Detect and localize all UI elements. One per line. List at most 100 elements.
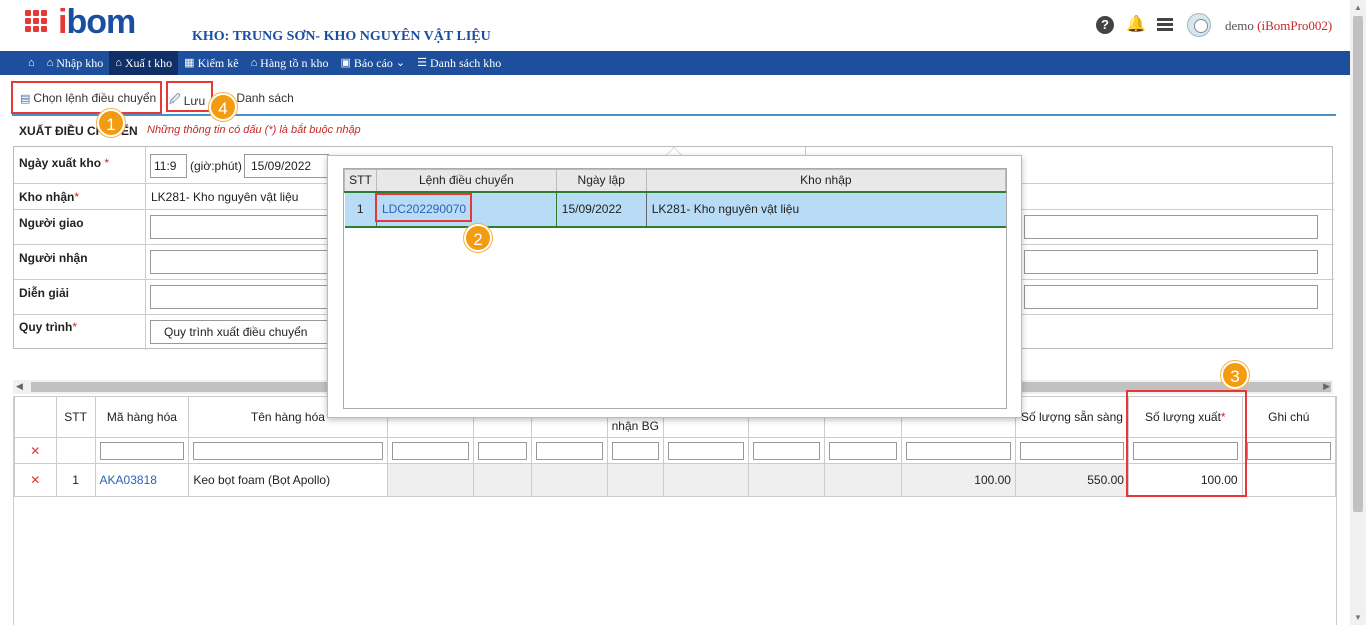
logo[interactable]: ibom [58, 3, 136, 43]
cell-origin [747, 463, 826, 497]
user-org: (iBomPro002) [1257, 18, 1333, 33]
scroll-left-icon[interactable]: ◀ [16, 381, 23, 392]
filter-remaining[interactable] [905, 441, 1011, 460]
nav-label: Kiểm kê [197, 56, 239, 70]
filter-model[interactable] [477, 441, 527, 460]
filter-brand[interactable] [535, 441, 603, 460]
col-stt: STT [55, 396, 96, 438]
nav-home[interactable]: ⌂ [22, 51, 41, 75]
cell-manufacturer [386, 463, 474, 497]
nav-stock[interactable]: ⌂ Hàng tồ n kho [245, 51, 335, 75]
highlight-save [166, 81, 213, 112]
popup-col-warehouse: Kho nhập [645, 169, 1007, 193]
filter-stt [55, 437, 96, 464]
filter-note-cell [1241, 437, 1336, 464]
step-badge-3: 3 [1221, 361, 1249, 389]
scroll-right-icon[interactable]: ▶ [1323, 381, 1330, 392]
deliverer-input-right[interactable] [1024, 215, 1318, 239]
bell-icon[interactable]: 🔔 [1126, 16, 1146, 34]
popup-col-date: Ngày lập [555, 169, 647, 193]
cell-remaining: 100.00 [900, 463, 1016, 497]
menu-icon[interactable] [1157, 16, 1175, 34]
popup-cell-warehouse: LK281- Kho nguyên vật liệu [645, 191, 1006, 228]
filter-unit-cell [824, 437, 902, 464]
deliverer-label: Người giao [19, 216, 84, 230]
apps-grid-icon[interactable] [25, 10, 47, 32]
vscroll-thumb[interactable] [1353, 16, 1363, 512]
filter-name-cell [188, 437, 388, 464]
nav-import[interactable]: ⌂ Nhập kho [41, 51, 110, 75]
receive-wh-label: Kho nhận* [19, 190, 79, 204]
nav-label: Danh sách kho [429, 56, 502, 70]
cell-code[interactable]: AKA03818 [94, 463, 190, 497]
filter-available[interactable] [1019, 441, 1124, 460]
filter-origin[interactable] [752, 441, 821, 460]
cell-bg [606, 463, 665, 497]
filter-bg-cell [606, 437, 665, 464]
filter-model-cell [472, 437, 532, 464]
filter-manufacturer[interactable] [391, 441, 469, 460]
filter-bg[interactable] [611, 441, 659, 460]
nav-label: Nhập kho [56, 56, 104, 70]
form-column-separator [145, 147, 146, 350]
logo-text: bom [66, 3, 136, 41]
scroll-down-icon[interactable]: ▼ [1354, 613, 1362, 622]
nav-label: Báo cáo [353, 56, 393, 70]
required-mark: * [104, 156, 110, 170]
nav-label: Hàng tồ n kho [260, 56, 329, 70]
help-icon[interactable]: ? [1096, 16, 1114, 34]
filter-remaining-cell [900, 437, 1016, 464]
filter-spec[interactable] [668, 441, 744, 460]
filter-code-cell [94, 437, 190, 464]
col-action [14, 396, 57, 438]
nav-export[interactable]: ⌂ Xuấ t kho [109, 51, 179, 75]
popup-col-stt: STT [344, 169, 377, 193]
scroll-up-icon[interactable]: ▲ [1354, 3, 1362, 12]
form-note: Những thông tin có dấu (*) là bắt buộc n… [147, 124, 361, 136]
required-mark: * [72, 320, 78, 334]
filter-unit[interactable] [829, 441, 897, 460]
col-code: Mã hàng hóa [94, 396, 190, 438]
list-label: Danh sách [236, 91, 294, 105]
receiver-label: Người nhận [19, 251, 88, 265]
filter-name[interactable] [193, 441, 383, 460]
user-name: demo [1225, 18, 1254, 33]
export-date-label: Ngày xuất kho * [19, 156, 109, 170]
description-input[interactable] [150, 285, 330, 309]
avatar[interactable] [1187, 13, 1211, 37]
nav-warehouse-list[interactable]: ☰ Danh sách kho [411, 51, 507, 75]
filter-note[interactable] [1246, 441, 1331, 460]
step-badge-1: 1 [97, 109, 125, 137]
popup-header-row: STT Lệnh điều chuyển Ngày lập Kho nhập [344, 169, 1007, 193]
deliverer-input[interactable] [150, 215, 330, 239]
col-note: Ghi chú [1241, 396, 1336, 438]
date-input[interactable]: 15/09/2022 [244, 154, 329, 178]
receive-wh-value: LK281- Kho nguyên vật liệu [151, 190, 299, 204]
label-text: Ngày xuất kho [19, 156, 102, 170]
home-outline-icon: ⌂ [115, 57, 122, 69]
description-textarea[interactable] [1024, 285, 1318, 309]
grid-icon: ▦ [184, 57, 195, 69]
receiver-input-right[interactable] [1024, 250, 1318, 274]
highlight-export-qty [1126, 390, 1247, 497]
filter-code[interactable] [99, 441, 185, 460]
receiver-input[interactable] [150, 250, 330, 274]
process-label: Quy trình* [19, 320, 77, 334]
nav-inventory-check[interactable]: ▦ Kiểm kê [178, 51, 244, 75]
time-input[interactable]: 11:9 [150, 154, 187, 178]
chevron-down-icon: ⌄ [395, 57, 406, 69]
clear-filter-icon[interactable]: ✕ [14, 437, 57, 464]
vertical-scrollbar[interactable]: ▲ ▼ [1350, 0, 1366, 625]
nav-report[interactable]: ▣ Báo cáo ⌄ [335, 51, 412, 75]
time-unit: (giờ:phút) [190, 159, 242, 173]
delete-row-icon[interactable]: ✕ [14, 463, 57, 497]
cell-note[interactable] [1241, 463, 1336, 497]
process-select[interactable]: Quy trình xuất điều chuyển [150, 320, 330, 344]
user-info[interactable]: demo (iBomPro002) [1225, 18, 1332, 34]
navbar: ⌂ ⌂ Nhập kho ⌂ Xuấ t kho ▦ Kiểm kê ⌂ Hàng tồ… [0, 51, 1350, 75]
cell-available: 550.00 [1014, 463, 1129, 497]
filter-mfr-cell [386, 437, 474, 464]
cell-brand [530, 463, 608, 497]
app-root: ibom KHO: TRUNG SƠN- KHO NGUYÊN VẬT LIỆU… [0, 0, 1366, 625]
cell-model [472, 463, 532, 497]
